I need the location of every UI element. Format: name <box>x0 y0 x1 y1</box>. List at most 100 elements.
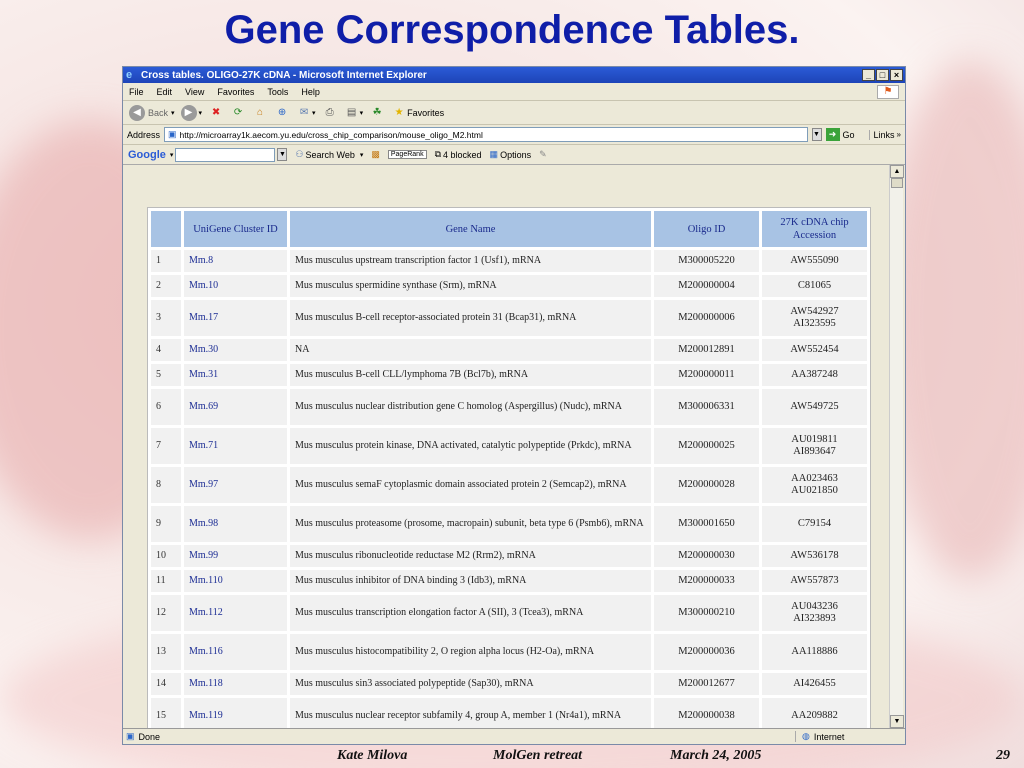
address-input[interactable]: ▣ http://microarray1k.aecom.yu.edu/cross… <box>164 127 808 142</box>
menu-help[interactable]: Help <box>301 87 320 97</box>
google-logo[interactable]: Google <box>128 149 166 161</box>
oligo-id-cell: M300000210 <box>654 595 759 631</box>
unigene-link[interactable]: Mm.17 <box>184 300 287 336</box>
table-row: 13 Mm.116 Mus musculus histocompatibility … <box>151 634 867 670</box>
table-row: 3 Mm.17 Mus musculus B-cell receptor-assoc… <box>151 300 867 336</box>
search-button[interactable]: ⊕ <box>274 105 290 121</box>
mail-button[interactable]: ✉ ▾ <box>296 105 316 121</box>
address-url: http://microarray1k.aecom.yu.edu/cross_c… <box>179 129 483 140</box>
gene-name-cell: Mus musculus inhibitor of DNA binding 3 … <box>290 570 651 592</box>
menu-view[interactable]: View <box>185 87 204 97</box>
accession-cell: AA023463 AU021850 <box>762 467 867 503</box>
row-index: 4 <box>151 339 181 361</box>
accession-cell: AW557873 <box>762 570 867 592</box>
back-arrow-icon: ◀ <box>129 104 145 121</box>
chevron-down-icon: ▾ <box>198 109 203 117</box>
search-icon: ⊕ <box>277 106 287 118</box>
row-index: 10 <box>151 545 181 567</box>
print-button[interactable]: ⎙ <box>322 105 338 121</box>
google-search-input[interactable] <box>175 147 276 162</box>
table-row: 6 Mm.69 Mus musculus nuclear distribution … <box>151 389 867 425</box>
footer-author: Kate Milova <box>337 748 408 763</box>
messenger-icon: ☘ <box>372 106 382 118</box>
news-button[interactable]: ▩ <box>371 149 380 160</box>
forward-button[interactable]: ▶ ▾ <box>180 104 203 121</box>
menu-file[interactable]: File <box>129 87 144 97</box>
table-row: 10 Mm.99 Mus musculus ribonucleotide reduc… <box>151 545 867 567</box>
unigene-link[interactable]: Mm.110 <box>184 570 287 592</box>
stop-icon: ✖ <box>211 106 221 118</box>
menu-tools[interactable]: Tools <box>267 87 288 97</box>
pencil-icon: ✎ <box>539 149 547 159</box>
chevron-down-icon: ▾ <box>359 151 364 159</box>
oligo-id-cell: M200000030 <box>654 545 759 567</box>
forward-arrow-icon: ▶ <box>180 104 197 121</box>
maximize-button[interactable]: □ <box>876 69 889 81</box>
unigene-link[interactable]: Mm.98 <box>184 506 287 542</box>
internet-explorer-icon: e <box>126 69 133 81</box>
refresh-button[interactable]: ⟳ <box>230 105 246 121</box>
unigene-link[interactable]: Mm.119 <box>184 698 287 728</box>
row-index: 12 <box>151 595 181 631</box>
vertical-scrollbar[interactable]: ▲ ▼ <box>889 165 904 728</box>
address-dropdown-button[interactable]: ▼ <box>811 128 822 141</box>
scroll-down-button[interactable]: ▼ <box>890 715 904 728</box>
gene-name-cell: Mus musculus histocompatibility 2, O reg… <box>290 634 651 670</box>
oligo-id-cell: M200012891 <box>654 339 759 361</box>
back-button[interactable]: ◀ Back ▾ <box>129 104 175 121</box>
header-gene-name: Gene Name <box>290 211 651 247</box>
unigene-link[interactable]: Mm.97 <box>184 467 287 503</box>
unigene-link[interactable]: Mm.116 <box>184 634 287 670</box>
globe-icon: ◍ <box>802 731 810 741</box>
windows-flag-icon: ⚑ <box>877 85 899 99</box>
row-index: 2 <box>151 275 181 297</box>
options-button[interactable]: ▦ Options <box>490 149 532 160</box>
popup-blocker-icon: ⧉ <box>434 149 442 159</box>
minimize-button[interactable]: _ <box>862 69 875 81</box>
messenger-button[interactable]: ☘ <box>369 105 385 121</box>
row-index: 3 <box>151 300 181 336</box>
unigene-link[interactable]: Mm.31 <box>184 364 287 386</box>
status-text: Done <box>138 731 161 742</box>
gene-name-cell: Mus musculus transcription elongation fa… <box>290 595 651 631</box>
favorites-button[interactable]: ★ Favorites <box>391 105 445 121</box>
links-button[interactable]: Links <box>868 129 895 140</box>
unigene-link[interactable]: Mm.69 <box>184 389 287 425</box>
unigene-link[interactable]: Mm.71 <box>184 428 287 464</box>
popup-blocker-button[interactable]: ⧉ 4 blocked <box>435 149 482 160</box>
star-icon: ★ <box>394 106 404 118</box>
go-button[interactable]: ➜ Go <box>825 128 855 141</box>
table-row: 12 Mm.112 Mus musculus transcription elong… <box>151 595 867 631</box>
chevron-down-icon: ▾ <box>312 109 316 117</box>
edit-button[interactable]: ▤ ▾ <box>344 105 363 121</box>
gene-name-cell: Mus musculus upstream transcription fact… <box>290 250 651 272</box>
unigene-link[interactable]: Mm.8 <box>184 250 287 272</box>
search-web-button[interactable]: ⚇ Search Web ▾ <box>295 149 363 160</box>
unigene-link[interactable]: Mm.112 <box>184 595 287 631</box>
home-icon: ⌂ <box>257 106 264 118</box>
row-index: 11 <box>151 570 181 592</box>
title-bar[interactable]: e Cross tables. OLIGO-27K cDNA - Microso… <box>123 67 905 83</box>
scroll-up-button[interactable]: ▲ <box>890 165 904 178</box>
close-button[interactable]: × <box>890 69 903 81</box>
menu-favorites[interactable]: Favorites <box>217 87 254 97</box>
chevron-right-icon[interactable]: » <box>897 130 901 139</box>
oligo-id-cell: M200000038 <box>654 698 759 728</box>
google-search-dropdown[interactable]: ▼ <box>277 148 288 161</box>
home-button[interactable]: ⌂ <box>252 105 268 121</box>
table-row: 11 Mm.110 Mus musculus inhibitor of DNA bi… <box>151 570 867 592</box>
gene-name-cell: NA <box>290 339 651 361</box>
unigene-link[interactable]: Mm.30 <box>184 339 287 361</box>
scroll-thumb[interactable] <box>891 178 903 188</box>
unigene-link[interactable]: Mm.10 <box>184 275 287 297</box>
menu-edit[interactable]: Edit <box>157 87 173 97</box>
address-bar: Address ▣ http://microarray1k.aecom.yu.e… <box>123 125 905 145</box>
footer-page-number: 29 <box>996 748 1010 763</box>
stop-button[interactable]: ✖ <box>208 105 224 121</box>
window-title: Cross tables. OLIGO-27K cDNA - Microsoft… <box>141 69 427 81</box>
unigene-link[interactable]: Mm.118 <box>184 673 287 695</box>
highlight-button[interactable]: ✎ <box>539 149 547 160</box>
chevron-down-icon[interactable]: ▾ <box>170 151 174 159</box>
unigene-link[interactable]: Mm.99 <box>184 545 287 567</box>
chevron-down-icon: ▾ <box>171 109 175 117</box>
